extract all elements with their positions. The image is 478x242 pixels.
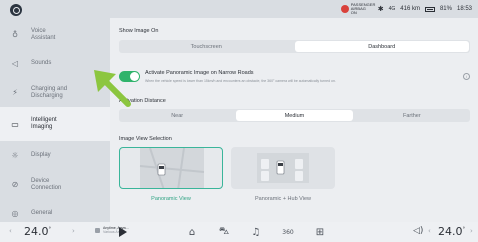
activation-distance-segment: Near Medium Farther [119, 109, 470, 122]
image-view-selection-title: Image View Selection [119, 136, 172, 142]
temp-left-unit: ° [48, 226, 52, 233]
airbag-text: PASSENGER AIRBAG ON [350, 2, 376, 15]
bottom-dock: ‹ 24.0° › Anytime, Anyw... Various Artis… [0, 222, 478, 242]
profile-avatar-icon[interactable] [10, 4, 22, 16]
sidebar-item-label: Voice Assistant [31, 27, 56, 41]
battery-percent: 81% [439, 6, 452, 12]
show-image-on-title: Show Image On [119, 28, 159, 34]
sidebar-nav: ♁ Voice Assistant ◁ Sounds ⚡ Charging an… [0, 20, 110, 228]
sidebar-item-voice-assistant[interactable]: ♁ Voice Assistant [0, 20, 110, 49]
sidebar-item-label: General [31, 210, 53, 216]
airbag-status: PASSENGER AIRBAG ON [340, 2, 376, 15]
panoramic-view-thumbnail [119, 147, 223, 189]
volume-icon[interactable]: ◁) [413, 226, 423, 236]
sidebar-item-label: Intelligent Imaging [31, 117, 57, 130]
temp-right-unit: ° [462, 226, 466, 233]
hub-view-image [257, 153, 309, 183]
panoramic-map-image [139, 148, 205, 188]
option-medium[interactable]: Medium [236, 110, 353, 121]
battery-icon [424, 6, 435, 12]
play-icon[interactable] [119, 227, 127, 237]
image-view-cards: Panoramic View Panoramic + Hub View [119, 147, 335, 202]
temp-right-value: 24.0 [438, 225, 463, 238]
panoramic-narrow-roads-row: Activate Panoramic Image on Narrow Roads… [119, 69, 470, 87]
card-panoramic-view[interactable]: Panoramic View [119, 147, 223, 202]
voice-assistant-icon: ♁ [12, 30, 18, 39]
music-icon[interactable]: ♫ [249, 225, 263, 239]
clock-text: 18:53 [456, 6, 472, 12]
apps-icon[interactable]: ⊞ [313, 225, 327, 239]
sidebar-item-device-connection[interactable]: ⊘ Device Connection [0, 170, 110, 199]
info-icon[interactable]: i [463, 73, 470, 80]
panoramic-hub-view-label: Panoramic + Hub View [255, 196, 311, 202]
range-text: 416 km [400, 6, 420, 12]
panoramic-view-label: Panoramic View [151, 196, 191, 202]
settings-panel: Show Image On Touchscreen Dashboard Acti… [110, 18, 478, 222]
panoramic-toggle-description: When the vehicle speed is lower than 15k… [145, 79, 336, 83]
home-icon[interactable]: ⌂ [185, 225, 199, 239]
sidebar-item-label: Sounds [31, 60, 52, 66]
360-view-icon[interactable]: 360 [281, 225, 295, 239]
option-dashboard[interactable]: Dashboard [294, 41, 469, 52]
album-art-icon [95, 227, 100, 233]
temp-left-up-chevron-icon[interactable]: › [72, 227, 75, 235]
airbag-icon [340, 5, 349, 13]
charging-icon: ⚡ [12, 88, 18, 97]
temp-right-up-chevron-icon[interactable]: › [470, 227, 473, 235]
sidebar-item-display[interactable]: ☼ Display [0, 141, 110, 170]
speaker-icon: ◁ [11, 59, 19, 68]
option-farther[interactable]: Farther [354, 109, 470, 122]
sidebar-item-label: Device Connection [31, 177, 62, 191]
card-panoramic-hub-view[interactable]: Panoramic + Hub View [231, 147, 335, 202]
brightness-icon: ☼ [11, 151, 19, 160]
temp-right-down-chevron-icon[interactable]: ‹ [428, 227, 431, 235]
option-touchscreen[interactable]: Touchscreen [119, 40, 294, 53]
link-icon: ⊘ [11, 180, 19, 189]
car-icon[interactable]: ⛍ [217, 225, 231, 239]
temp-left-control[interactable]: 24.0° [24, 225, 51, 238]
show-image-on-segment: Touchscreen Dashboard [119, 40, 470, 53]
panoramic-hub-thumbnail [231, 147, 335, 189]
temp-right-control[interactable]: 24.0° [438, 225, 465, 238]
signal-indicator: 4G [388, 6, 396, 12]
settings-icon: ◎ [11, 209, 19, 218]
pointer-arrow-icon [94, 70, 131, 107]
camera-icon: ▭ [11, 119, 19, 129]
temp-left-value: 24.0 [24, 225, 49, 238]
panoramic-toggle-title: Activate Panoramic Image on Narrow Roads [145, 70, 254, 76]
sidebar-item-label: Charging and Discharging [31, 85, 68, 99]
option-near[interactable]: Near [119, 109, 235, 122]
status-indicators: PASSENGER AIRBAG ON ✱ 4G 416 km 81% 18:5… [340, 2, 472, 15]
bluetooth-icon: ✱ [377, 5, 384, 13]
sidebar-item-label: Display [31, 152, 51, 158]
temp-left-down-chevron-icon[interactable]: ‹ [9, 227, 12, 235]
dock-app-icons: ⌂ ⛍ ♫ 360 ⊞ [185, 225, 327, 239]
